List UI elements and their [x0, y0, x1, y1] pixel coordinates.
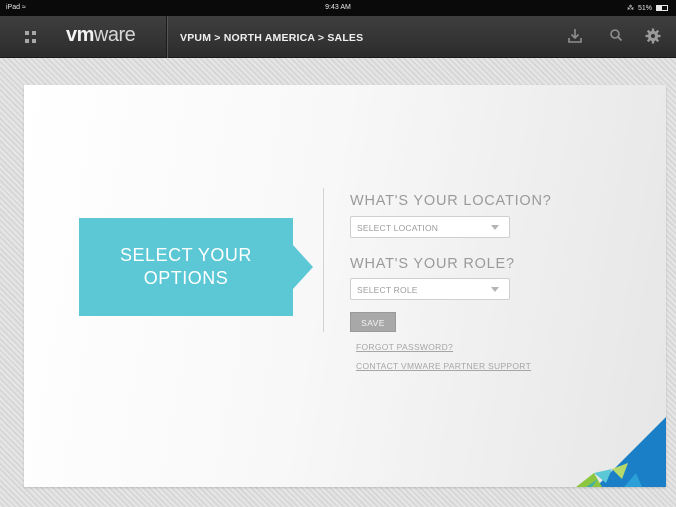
callout-arrow [293, 245, 313, 289]
location-heading: WHAT'S YOUR LOCATION? [350, 193, 552, 209]
search-icon[interactable] [605, 25, 627, 47]
status-time: 9:43 AM [325, 4, 351, 11]
breadcrumb[interactable]: VPUM > NORTH AMERICA > SALES [180, 32, 363, 44]
battery-percent: 51% [637, 4, 652, 12]
apps-grid-icon[interactable] [25, 31, 37, 43]
battery-level [657, 6, 663, 10]
status-right: ⁂ 51% [627, 4, 668, 12]
chevron-down-icon [491, 225, 499, 230]
select-options-callout: SELECT YOUR OPTIONS [79, 218, 293, 316]
contact-support-link[interactable]: CONTACT VMWARE PARTNER SUPPORT [356, 361, 531, 371]
chevron-down-icon [491, 287, 499, 292]
callout-line-1: SELECT YOUR [120, 245, 252, 265]
status-bar: iPad ≈ 9:43 AM ⁂ 51% [0, 0, 676, 16]
settings-gear-icon[interactable] [642, 25, 664, 47]
callout-line-2: OPTIONS [143, 268, 229, 288]
download-icon[interactable] [564, 25, 586, 47]
role-heading: WHAT'S YOUR ROLE? [350, 256, 515, 272]
location-select-value: SELECT LOCATION [357, 223, 439, 233]
forgot-password-link[interactable]: FORGOT PASSWORD? [356, 342, 453, 352]
callout-text: SELECT YOUR OPTIONS [79, 244, 293, 290]
bluetooth-icon: ⁂ [626, 5, 634, 12]
location-select[interactable]: SELECT LOCATION [350, 216, 510, 238]
form-divider [323, 188, 324, 332]
app-toolbar: vmware VPUM > NORTH AMERICA > SALES [0, 16, 676, 58]
role-select[interactable]: SELECT ROLE [350, 278, 510, 300]
corner-graphic [576, 417, 666, 487]
role-select-value: SELECT ROLE [357, 285, 418, 295]
save-button[interactable]: SAVE [350, 312, 396, 332]
battery-icon [656, 5, 668, 11]
app-screen: iPad ≈ 9:43 AM ⁂ 51% vmware VPUM > NORTH… [0, 0, 676, 507]
toolbar-divider [166, 16, 167, 58]
vmware-logo: vmware [66, 24, 136, 46]
